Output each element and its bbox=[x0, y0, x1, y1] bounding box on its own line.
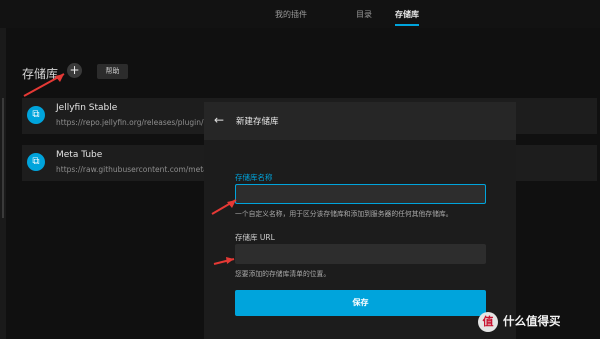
watermark-logo: 值 bbox=[478, 312, 498, 332]
scrollbar-thumb[interactable] bbox=[2, 98, 4, 218]
annotation-arrow bbox=[213, 257, 235, 265]
external-link-icon[interactable]: ⧉ bbox=[27, 153, 45, 171]
tab-my-plugins[interactable]: 我的插件 bbox=[275, 9, 307, 20]
new-repository-dialog: ← 新建存储库 存储库名称 一个自定义名称，用于区分该存储库和添加到服务器的任何… bbox=[204, 102, 516, 339]
repository-url: https://raw.githubusercontent.com/metatu… bbox=[56, 165, 206, 174]
repository-name-help: 一个自定义名称，用于区分该存储库和添加到服务器的任何其他存储库。 bbox=[235, 210, 453, 218]
annotation-arrow bbox=[211, 199, 237, 215]
repository-url-help: 您要添加的存储库清单的位置。 bbox=[235, 270, 331, 278]
external-link-icon[interactable]: ⧉ bbox=[27, 106, 45, 124]
repository-url-input[interactable] bbox=[235, 244, 486, 264]
tab-repositories[interactable]: 存储库 bbox=[395, 9, 419, 26]
repository-url: https://repo.jellyfin.org/releases/plugi… bbox=[56, 118, 204, 127]
repository-name: Meta Tube bbox=[56, 150, 103, 160]
repository-name: Jellyfin Stable bbox=[56, 103, 118, 113]
help-button[interactable]: 帮助 bbox=[97, 64, 128, 79]
annotation-arrow bbox=[23, 73, 65, 97]
repository-url-label: 存储库 URL bbox=[235, 233, 275, 242]
repository-name-label: 存储库名称 bbox=[235, 173, 273, 182]
repository-name-input[interactable] bbox=[235, 184, 486, 204]
back-arrow-icon[interactable]: ← bbox=[214, 113, 228, 127]
dialog-header: ← 新建存储库 bbox=[204, 102, 516, 140]
save-button[interactable]: 保存 bbox=[235, 290, 486, 316]
watermark-text: 什么值得买 bbox=[503, 314, 561, 328]
dialog-title: 新建存储库 bbox=[236, 117, 279, 127]
tab-catalog[interactable]: 目录 bbox=[356, 9, 372, 20]
left-scrollbar[interactable] bbox=[0, 28, 6, 339]
top-nav-bar: 我的插件 目录 存储库 bbox=[0, 0, 600, 28]
